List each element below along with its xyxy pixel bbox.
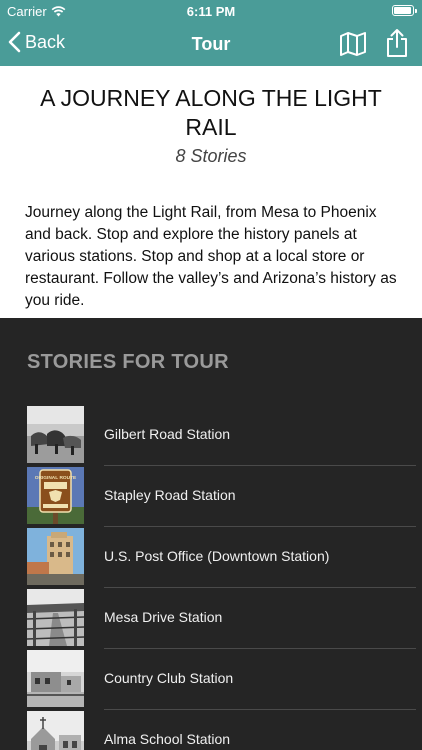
story-label: Country Club Station [104,670,234,686]
battery-icon [392,5,417,16]
story-count: 8 Stories [175,146,247,166]
tour-header: A JOURNEY ALONG THE LIGHT RAIL 8 Stories… [0,66,422,318]
story-row-mesa-drive[interactable]: Mesa Drive Station [0,588,422,649]
stories-section: STORIES FOR TOUR Gilbert Road Station OR… [0,318,422,750]
stories-heading: STORIES FOR TOUR [27,351,229,373]
story-row-stapley-road[interactable]: ORIGINAL ROUTE Stapley Road Station [0,466,422,527]
sign-text: ORIGINAL ROUTE [35,475,77,481]
story-row-gilbert-road[interactable]: Gilbert Road Station [0,405,422,466]
story-thumbnail: ORIGINAL ROUTE [27,467,84,524]
story-label: Alma School Station [104,731,231,747]
story-thumbnail [27,650,84,707]
story-thumbnail [27,528,84,585]
tour-title: A JOURNEY ALONG THE LIGHT RAIL [40,85,382,140]
story-thumbnail [27,589,84,646]
story-list: Gilbert Road Station ORIGINAL ROUTE Stap… [0,405,422,750]
story-label: U.S. Post Office (Downtown Station) [104,548,330,564]
story-thumbnail [27,406,84,463]
share-icon [387,29,407,57]
story-row-post-office[interactable]: U.S. Post Office (Downtown Station) [0,527,422,588]
story-thumbnail [27,711,84,750]
story-label: Gilbert Road Station [104,426,231,442]
battery-fill [394,7,412,14]
status-bar: Carrier 6:11 PM [0,0,422,22]
story-label: Mesa Drive Station [104,609,223,625]
status-time: 6:11 PM [186,4,236,19]
tour-description: Journey along the Light Rail, from Mesa … [25,204,397,309]
share-button[interactable] [385,28,409,63]
map-button[interactable] [339,31,367,62]
story-row-country-club[interactable]: Country Club Station [0,649,422,710]
map-icon [340,32,366,56]
story-row-alma-school[interactable]: Alma School Station [0,710,422,750]
story-label: Stapley Road Station [104,487,236,503]
navigation-bar: Back Tour [0,22,422,66]
